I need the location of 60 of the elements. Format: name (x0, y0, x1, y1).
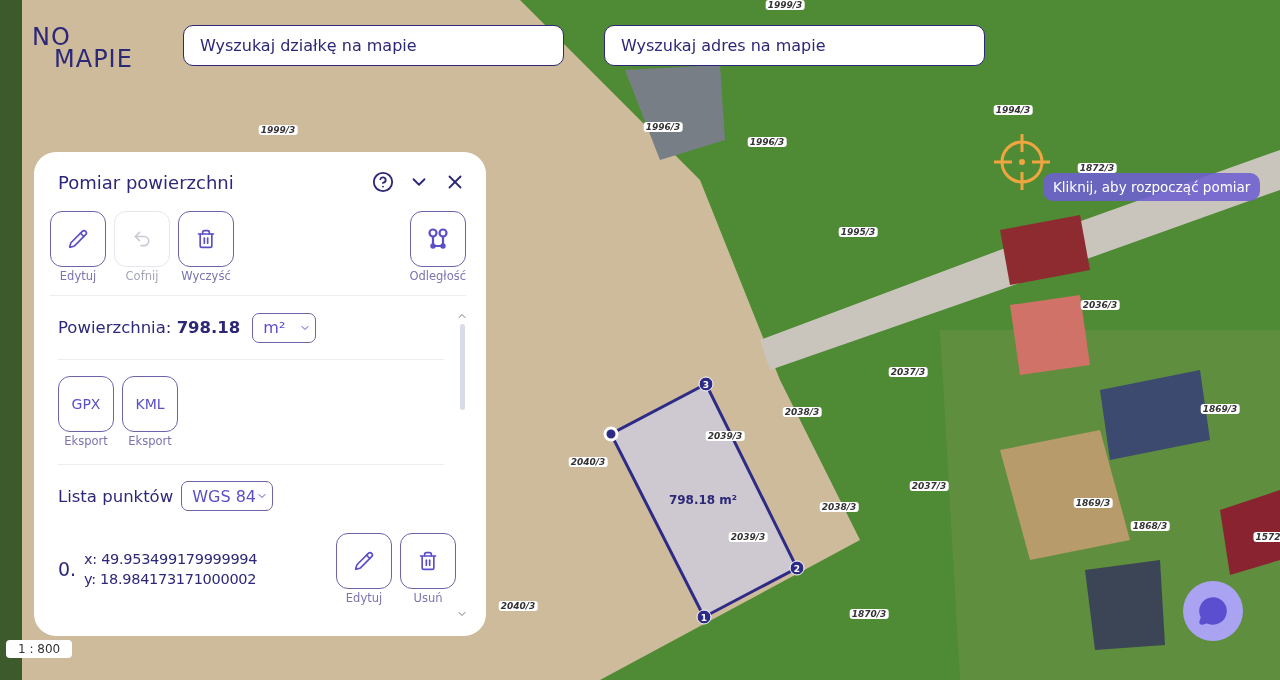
parcel-number-label: 2037/3 (888, 367, 928, 377)
parcel-number-label: 2038/3 (782, 407, 822, 417)
pencil-icon (354, 551, 374, 571)
point-action-button[interactable] (400, 533, 456, 589)
coordinate-system-select[interactable]: WGS 84 (181, 481, 274, 511)
export-button[interactable]: GPX (58, 376, 114, 432)
parcel-number-label: 1999/3 (258, 125, 298, 135)
pencil-icon (68, 229, 88, 249)
parcel-number-label: 2040/3 (568, 457, 608, 467)
parcel-number-label: 1870/3 (849, 609, 889, 619)
logo-text: MAPIE (54, 48, 133, 70)
scrollbar-thumb[interactable] (459, 324, 465, 410)
trash-icon (196, 229, 216, 249)
unit-select[interactable]: m² (252, 312, 317, 343)
tool-button[interactable] (409, 211, 466, 267)
parcel-number-label: 1572 (1253, 532, 1280, 542)
parcel-number-label: 1999/3 (765, 0, 805, 10)
point-action-label: Edytuj (345, 591, 383, 605)
tool-label: Cofnij (125, 269, 159, 283)
tool-button[interactable] (178, 211, 234, 267)
parcel-number-label: 2039/3 (728, 532, 768, 542)
parcel-number-label: 1869/3 (1073, 498, 1113, 508)
area-value-text: Powierzchnia: 798.18 (58, 318, 241, 337)
parcel-number-label: 2040/3 (498, 601, 538, 611)
points-list-title: Lista punktów (58, 486, 174, 506)
undo-icon (132, 229, 152, 249)
parcel-number-label: 1996/3 (643, 122, 683, 132)
tool-label: Wyczyść (181, 269, 231, 283)
parcel-number-label: 1872/3 (1077, 163, 1117, 173)
parcel-number-label: 2039/3 (705, 431, 745, 441)
search-field[interactable]: Wyszukaj adres na mapie (604, 25, 985, 66)
export-label: Eksport (128, 434, 172, 448)
tool-label: Odległość (409, 269, 466, 283)
export-button[interactable]: KML (122, 376, 178, 432)
parcel-number-label: 1996/3 (747, 137, 787, 147)
help-button[interactable] (372, 171, 394, 193)
parcel-number-label: 2038/3 (819, 502, 859, 512)
parcel-number-label: 1868/3 (1130, 521, 1170, 531)
point-action-button[interactable] (336, 533, 392, 589)
parcel-number-label: 1869/3 (1200, 404, 1240, 414)
point-coordinate: y: 18.984173171000002 (84, 571, 258, 587)
point-coordinate: x: 49.953499179999994 (84, 551, 259, 567)
parcel-number-label: 1995/3 (838, 227, 878, 237)
map-hint-tooltip: Kliknij, aby rozpocząć pomiar (1043, 173, 1261, 201)
search-field[interactable]: Wyszukaj działkę na mapie (183, 25, 564, 66)
area-measurement-label: 798.18 m² (668, 493, 738, 507)
parcel-number-label: 2036/3 (1080, 300, 1120, 310)
point-action-label: Usuń (413, 591, 443, 605)
distance-pins-icon (426, 227, 449, 251)
tool-label: Edytuj (59, 269, 97, 283)
logo-text: NO (32, 26, 71, 48)
parcel-number-label: 1994/3 (993, 105, 1033, 115)
point-index: 0. (58, 558, 78, 580)
parcel-number-label: 2037/3 (909, 481, 949, 491)
panel-title: Pomiar powierzchni (58, 171, 235, 193)
map-scale: 1 : 800 (6, 640, 73, 658)
chat-bubble-icon (1198, 596, 1228, 626)
tool-button[interactable] (50, 211, 106, 267)
export-label: Eksport (64, 434, 108, 448)
trash-icon (418, 551, 438, 571)
